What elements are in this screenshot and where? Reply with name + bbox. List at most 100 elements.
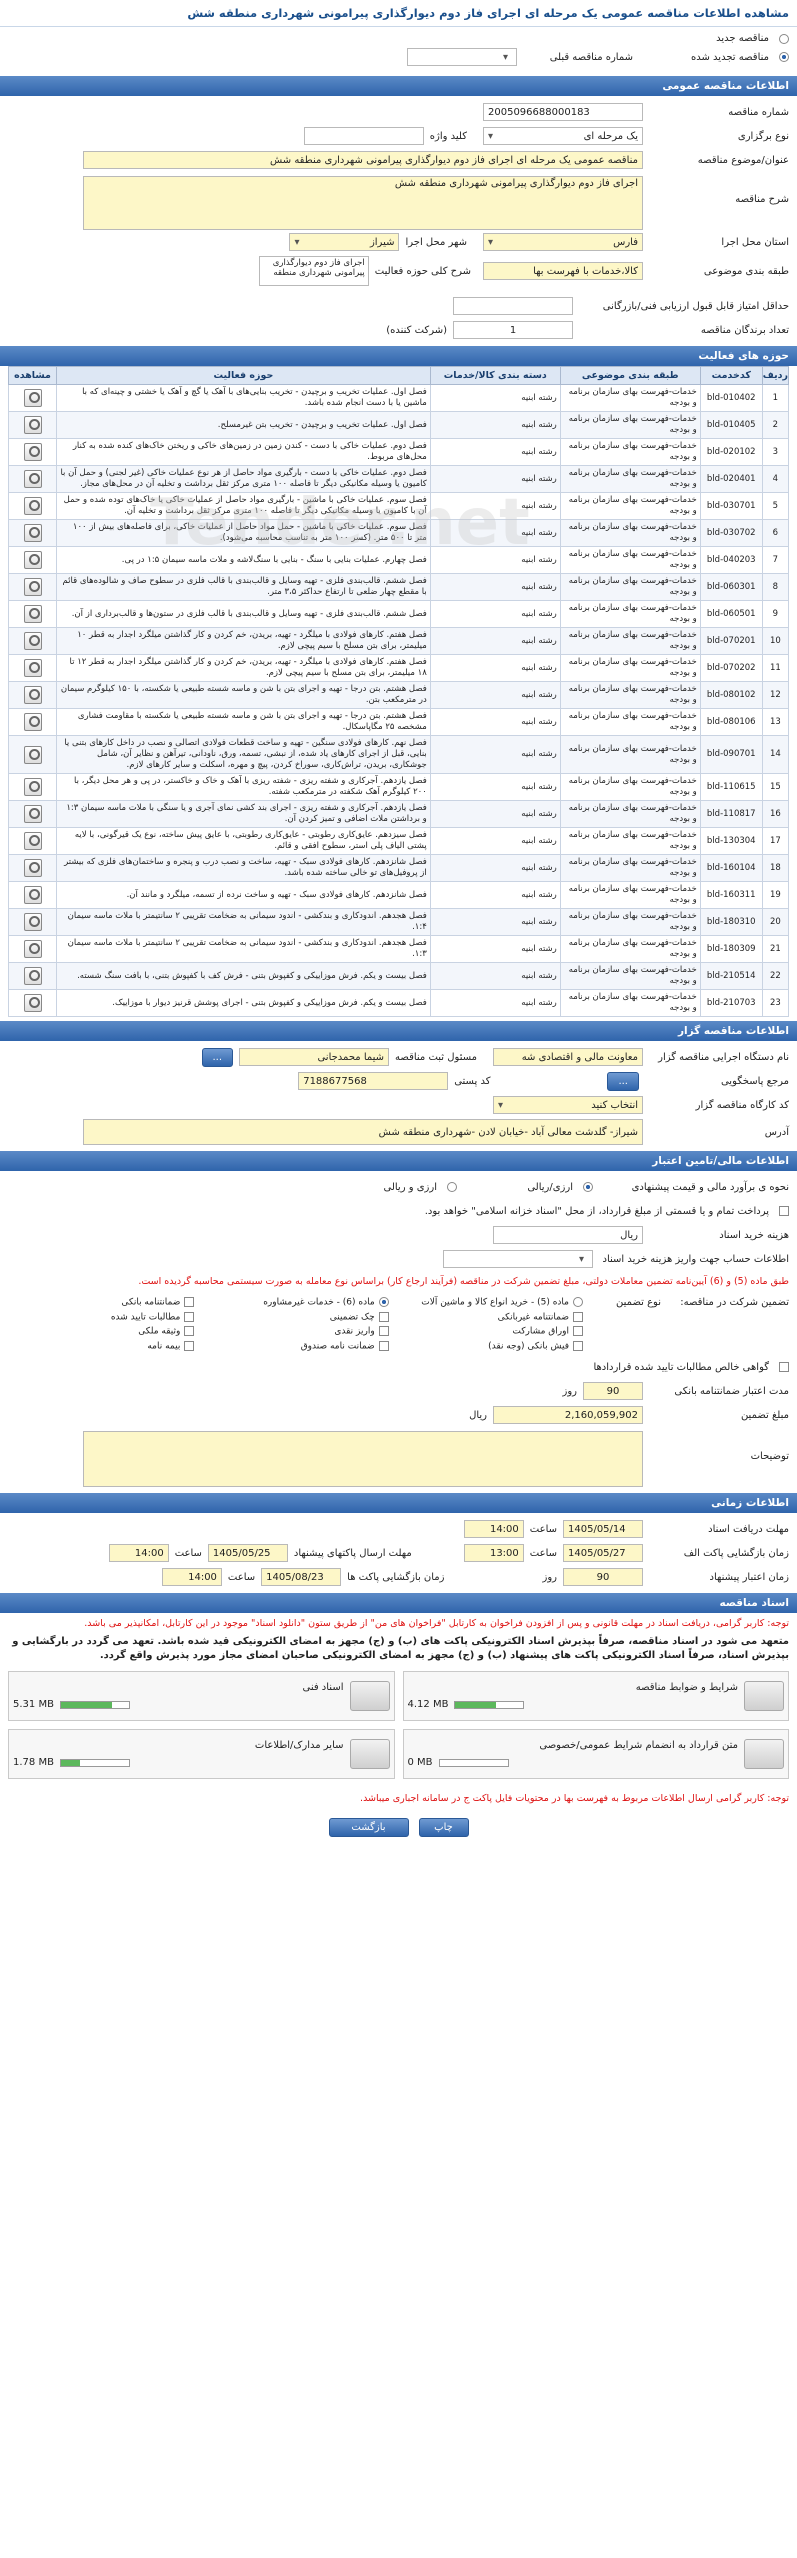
guarantee-type-option[interactable]: ضمانت نامه صندوق (202, 1340, 389, 1351)
scope-item[interactable]: پیرامونی شهرداری منطقه (263, 268, 364, 278)
view-icon[interactable] (23, 967, 42, 985)
view-icon[interactable] (23, 832, 42, 850)
view-icon[interactable] (23, 578, 42, 596)
send-date[interactable]: 1405/05/25 (207, 1544, 288, 1562)
view-icon[interactable] (23, 686, 42, 704)
view-icon[interactable] (23, 886, 42, 904)
renew-radio[interactable] (779, 52, 789, 62)
guarantee-type-option[interactable]: ضمانتنامه بانکی (8, 1297, 195, 1308)
view-icon[interactable] (23, 389, 42, 407)
type-checkbox[interactable] (573, 1311, 583, 1322)
desc-field[interactable]: اجرای فاز دوم دیوارگذاری پیرامونی شهردار… (83, 176, 643, 230)
scope-item[interactable]: اجرای فاز دوم دیوارگذاری (263, 258, 365, 268)
amount-field[interactable]: 2,160,059,902 (493, 1406, 643, 1424)
open-time[interactable]: 13:00 (463, 1544, 524, 1562)
winners-field[interactable]: 1 (453, 321, 573, 339)
type-radio[interactable] (573, 1297, 583, 1307)
notes-field[interactable] (83, 1431, 643, 1487)
open-date[interactable]: 1405/05/27 (563, 1544, 643, 1562)
service-code: bld-180309 (699, 935, 763, 963)
view-icon[interactable] (23, 605, 42, 623)
view-icon[interactable] (23, 416, 42, 434)
view-icon[interactable] (23, 443, 42, 461)
new-radio[interactable] (779, 33, 789, 44)
file-box[interactable]: اسناد فنی 5.31 MB (8, 1671, 395, 1721)
renew-option[interactable]: مناقصه تجدید شده شماره مناقصه قبلی (8, 48, 789, 66)
page-title: مشاهده اطلاعات مناقصه عمومی یک مرحله ای … (0, 0, 797, 27)
city-select[interactable]: شیراز (289, 233, 400, 251)
type-checkbox[interactable] (378, 1326, 389, 1336)
stage-select[interactable]: یک مرحله ای (483, 127, 643, 145)
recv-date[interactable]: 1405/05/14 (563, 1520, 643, 1538)
validity-field[interactable]: 90 (563, 1568, 643, 1586)
view-icon[interactable] (23, 778, 42, 796)
type-checkbox[interactable] (573, 1340, 583, 1351)
ref-button[interactable]: ... (607, 1071, 639, 1091)
guarantee-type-option[interactable]: فیش بانکی (وجه نقد) (397, 1340, 583, 1351)
resp-field[interactable]: شیما محمدجانی (239, 1048, 390, 1066)
view-icon[interactable] (23, 551, 42, 569)
view-icon[interactable] (23, 859, 42, 877)
view-icon[interactable] (23, 745, 42, 764)
province-select[interactable]: فارس (483, 233, 643, 251)
eval-date[interactable]: 1405/08/23 (261, 1568, 342, 1586)
file-box[interactable]: سایر مدارک/اطلاعات 1.78 MB (8, 1729, 395, 1779)
type-radio[interactable] (378, 1297, 389, 1307)
bank-days-field[interactable]: 90 (583, 1382, 643, 1400)
new-option[interactable]: مناقصه جدید (8, 33, 789, 44)
view-icon[interactable] (23, 994, 42, 1012)
pay-checkbox[interactable] (779, 1206, 789, 1216)
post-field[interactable]: 7188677568 (298, 1072, 449, 1090)
min-score-field[interactable] (453, 297, 573, 315)
guarantee-type-option[interactable]: بیمه نامه (8, 1340, 195, 1351)
view-icon[interactable] (23, 659, 42, 677)
view-icon[interactable] (23, 940, 42, 958)
back-button[interactable]: بازگشت (328, 1818, 409, 1837)
guarantee-type-option[interactable]: چک تضمینی (202, 1311, 389, 1322)
type-checkbox[interactable] (184, 1340, 195, 1351)
guarantee-type-option[interactable]: اوراق مشارکت (397, 1326, 583, 1337)
est-radio-2[interactable] (447, 1182, 457, 1192)
service-code: bld-080102 (699, 681, 763, 709)
type-checkbox[interactable] (378, 1340, 389, 1351)
workshop-select[interactable]: انتخاب کنید (493, 1096, 643, 1114)
type-checkbox[interactable] (184, 1311, 195, 1322)
view-icon[interactable] (23, 632, 42, 650)
doc-fee-field[interactable]: ریال (493, 1226, 643, 1244)
recv-time[interactable]: 14:00 (463, 1520, 524, 1538)
view-icon[interactable] (23, 805, 42, 823)
guarantee-type-option[interactable]: ماده (5) - خرید انواع کالا و ماشین آلات (397, 1297, 583, 1308)
type-label: مطالبات تایید شده (110, 1312, 181, 1322)
acct-select[interactable] (443, 1250, 593, 1268)
guarantee-type-option[interactable]: وثیقه ملکی (8, 1326, 195, 1337)
keyword-field[interactable] (303, 127, 424, 145)
view-icon[interactable] (23, 713, 42, 731)
gov-checkbox[interactable] (779, 1362, 789, 1372)
print-button[interactable]: چاپ (418, 1818, 469, 1837)
type-checkbox[interactable] (184, 1297, 195, 1307)
view-icon[interactable] (23, 524, 42, 542)
guarantee-type-option[interactable]: مطالبات تایید شده (8, 1311, 195, 1322)
eval-time[interactable]: 14:00 (161, 1568, 222, 1586)
view-icon[interactable] (23, 913, 42, 931)
file-box[interactable]: متن قرارداد به انضمام شرایط عمومی/خصوصی 0… (402, 1729, 789, 1779)
org-field[interactable]: معاونت مالی و اقتصادی شه (493, 1048, 643, 1066)
resp-more-button[interactable]: ... (201, 1047, 234, 1067)
send-time[interactable]: 14:00 (108, 1544, 169, 1562)
type-checkbox[interactable] (184, 1326, 195, 1336)
class-field[interactable]: کالا،خدمات با فهرست بها (483, 262, 643, 280)
view-icon[interactable] (23, 497, 42, 515)
number-field[interactable]: 2005096688000183 (483, 103, 643, 121)
view-icon[interactable] (23, 470, 42, 488)
scope-list[interactable]: اجرای فاز دوم دیوارگذاری پیرامونی شهردار… (258, 256, 369, 286)
prev-number-select[interactable] (407, 48, 517, 66)
guarantee-type-option[interactable]: واریز نقدی (202, 1326, 389, 1337)
subject-field[interactable]: مناقصه عمومی یک مرحله ای اجرای فاز دوم د… (83, 151, 643, 169)
file-box[interactable]: شرایط و ضوابط مناقصه 4.12 MB (402, 1671, 789, 1721)
addr-field[interactable]: شیراز- گلدشت معالی آباد -خیابان لادن -شه… (83, 1119, 643, 1145)
type-checkbox[interactable] (378, 1311, 389, 1322)
guarantee-type-option[interactable]: ضمانتنامه غیربانکی (397, 1311, 583, 1322)
type-checkbox[interactable] (573, 1326, 583, 1336)
est-radio-1[interactable] (583, 1182, 593, 1192)
guarantee-type-option[interactable]: ماده (6) - خدمات غیرمشاوره (202, 1297, 389, 1308)
